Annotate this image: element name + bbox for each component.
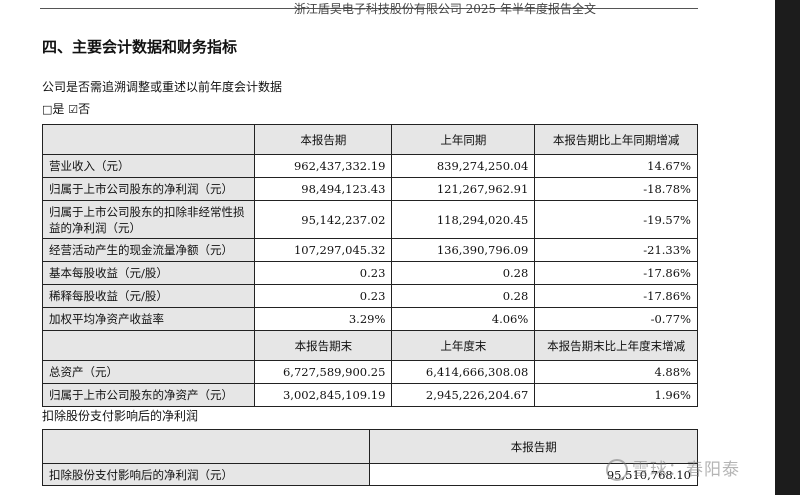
table-header-row: 本报告期末 上年度末 本报告期末比上年度末增减 [41,330,698,361]
table-row: 归属于上市公司股东的净资产（元） 3,002,845,109.19 2,945,… [41,383,698,407]
row-label: 经营活动产生的现金流量净额（元） [41,238,256,262]
row-label: 稀释每股收益（元/股） [41,284,256,308]
cell-value: 1.96% [534,383,698,407]
restatement-question: 公司是否需追溯调整或重述以前年度会计数据 [42,80,283,94]
header-cell [41,330,256,361]
cell-value: 3.29% [254,307,393,331]
cell-value: 3,002,845,109.19 [254,383,393,407]
cell-value: -17.86% [534,261,698,285]
cell-value: 6,414,666,308.08 [391,360,536,384]
header-cell: 本报告期 [254,124,393,155]
unchecked-box-icon: □ [42,103,53,116]
table-header-row: 本报告期 [41,429,698,464]
cell-value: 14.67% [534,154,698,178]
option-no-label: 否 [78,102,91,116]
cell-value: 839,274,250.04 [391,154,536,178]
cell-value: 95,142,237.02 [254,200,393,239]
restatement-options: □是 ☑否 [42,100,90,117]
row-label: 加权平均净资产收益率 [41,307,256,331]
row-label: 归属于上市公司股东的净资产（元） [41,383,256,407]
header-cell: 本报告期比上年同期增减 [534,124,698,155]
adjusted-profit-table: 本报告期 扣除股份支付影响后的净利润（元） 95,510,768.10 [41,429,698,486]
dark-side-panel [775,0,800,495]
running-header: 浙江盾昊电子科技股份有限公司 2025 年半年度报告全文 [293,2,596,16]
snowball-logo-icon [606,459,628,481]
watermark: 雪球：春阳泰 [606,455,740,481]
cell-value: -19.57% [534,200,698,239]
header-cell: 上年同期 [391,124,536,155]
row-label: 归属于上市公司股东的净利润（元） [41,177,256,201]
table-row: 总资产（元） 6,727,589,900.25 6,414,666,308.08… [41,360,698,384]
table-row: 稀释每股收益（元/股） 0.23 0.28 -17.86% [41,284,698,308]
cell-value: 6,727,589,900.25 [254,360,393,384]
cell-value: 0.28 [391,261,536,285]
option-yes-label: 是 [52,102,65,116]
header-cell: 本报告期末比上年度末增减 [534,330,698,361]
cell-value: 4.06% [391,307,536,331]
header-cell [41,429,371,464]
row-label: 总资产（元） [41,360,256,384]
key-financial-table: 本报告期 上年同期 本报告期比上年同期增减 营业收入（元） 962,437,33… [41,124,698,407]
header-cell [41,124,256,155]
cell-value: 107,297,045.32 [254,238,393,262]
header-cell: 本报告期末 [254,330,393,361]
table-row: 扣除股份支付影响后的净利润（元） 95,510,768.10 [41,463,698,486]
table-header-row: 本报告期 上年同期 本报告期比上年同期增减 [41,124,698,155]
cell-value: 4.88% [534,360,698,384]
cell-value: 2,945,226,204.67 [391,383,536,407]
table-row: 营业收入（元） 962,437,332.19 839,274,250.04 14… [41,154,698,178]
row-label: 基本每股收益（元/股） [41,261,256,285]
cell-value: 0.23 [254,284,393,308]
table-row: 归属于上市公司股东的净利润（元） 98,494,123.43 121,267,9… [41,177,698,201]
document-page: 浙江盾昊电子科技股份有限公司 2025 年半年度报告全文 四、主要会计数据和财务… [0,0,775,495]
cell-value: 118,294,020.45 [391,200,536,239]
cell-value: -17.86% [534,284,698,308]
checked-box-icon: ☑ [68,103,79,116]
watermark-text: 雪球：春阳泰 [632,460,740,480]
header-cell: 上年度末 [391,330,536,361]
cell-value: 962,437,332.19 [254,154,393,178]
cell-value: 0.23 [254,261,393,285]
table-row: 加权平均净资产收益率 3.29% 4.06% -0.77% [41,307,698,331]
table-row: 基本每股收益（元/股） 0.23 0.28 -17.86% [41,261,698,285]
cell-value: 121,267,962.91 [391,177,536,201]
cell-value: -0.77% [534,307,698,331]
cell-value: -21.33% [534,238,698,262]
cell-value: 98,494,123.43 [254,177,393,201]
row-label: 扣除股份支付影响后的净利润（元） [41,463,371,486]
sub-section-title: 扣除股份支付影响后的净利润 [42,409,199,423]
header-rule: 浙江盾昊电子科技股份有限公司 2025 年半年度报告全文 [40,2,698,16]
cell-value: 0.28 [391,284,536,308]
cell-value: -18.78% [534,177,698,201]
cell-value: 136,390,796.09 [391,238,536,262]
row-label: 归属于上市公司股东的扣除非经常性损益的净利润（元） [41,200,256,239]
table-row: 归属于上市公司股东的扣除非经常性损益的净利润（元） 95,142,237.02 … [41,200,698,239]
row-label: 营业收入（元） [41,154,256,178]
table-row: 经营活动产生的现金流量净额（元） 107,297,045.32 136,390,… [41,238,698,262]
section-title: 四、主要会计数据和财务指标 [42,38,238,56]
